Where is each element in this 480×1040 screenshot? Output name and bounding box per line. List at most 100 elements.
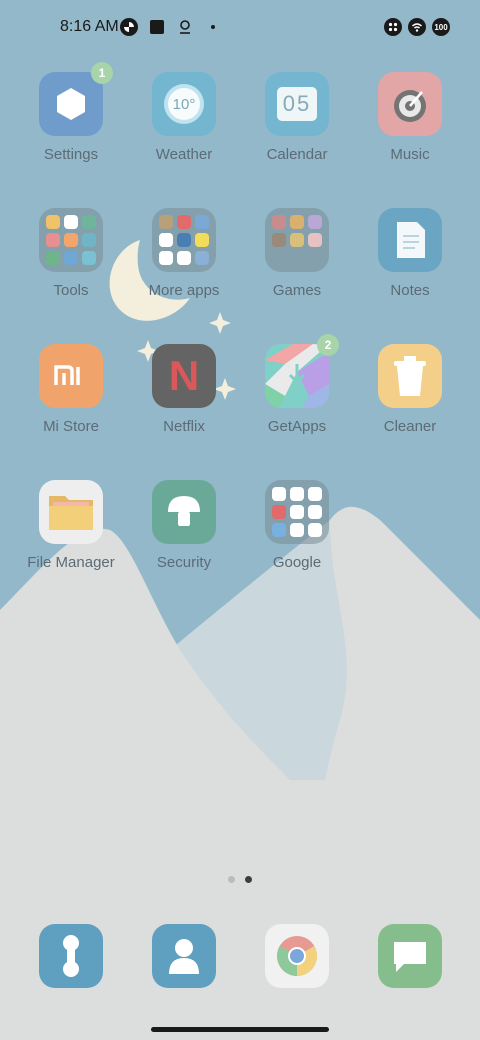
battery-level: 100 (434, 22, 448, 32)
netflix-label: Netflix (163, 418, 205, 435)
mini-app-icon (195, 251, 209, 265)
notes-mini-icon (46, 215, 60, 229)
app-settings[interactable]: 1 Settings (16, 62, 126, 163)
status-bar: 8:16 AM 100 (0, 0, 480, 56)
mini-app-icon (159, 215, 173, 229)
compass-mini-icon (64, 251, 78, 265)
settings-icon: 1 (39, 62, 113, 136)
music-label: Music (390, 146, 430, 163)
mail-mini-icon (64, 233, 78, 247)
messages-icon (394, 942, 426, 972)
gmail-mini-icon (290, 487, 304, 501)
calendar-label: Calendar (266, 146, 328, 163)
netflix-logo: N (168, 352, 200, 399)
weather-icon: 10° (152, 72, 216, 136)
more-apps-label: More apps (148, 282, 220, 299)
security-icon (152, 480, 216, 544)
app-netflix[interactable]: N Netflix (129, 344, 239, 435)
app-cleaner[interactable]: Cleaner (355, 344, 465, 435)
game-mini-icon (272, 233, 286, 247)
game-mini-icon (308, 215, 322, 229)
mini-app-icon (159, 251, 173, 265)
google-label: Google (272, 554, 322, 571)
app-notes[interactable]: Notes (355, 208, 465, 299)
mini-app-icon (195, 233, 209, 247)
file-manager-label: File Manager (27, 554, 115, 571)
square-icon (148, 18, 166, 36)
settings-badge: 1 (91, 62, 113, 84)
scanner-mini-icon (82, 233, 96, 247)
mini-app-icon (195, 215, 209, 229)
google-mini-icon (272, 487, 286, 501)
game-mini-icon (290, 233, 304, 247)
weather-temp: 10° (172, 95, 196, 113)
app-file-manager[interactable]: File Manager (16, 480, 126, 571)
game-mini-icon (290, 215, 304, 229)
app-security[interactable]: Security (129, 480, 239, 571)
getapps-badge: 2 (317, 334, 339, 356)
app-weather[interactable]: 10° Weather (129, 72, 239, 163)
duo-mini-icon (272, 523, 286, 537)
phone-icon (63, 935, 79, 977)
tools-label: Tools (53, 282, 89, 299)
app-more-apps[interactable]: More apps (129, 208, 239, 299)
app-music[interactable]: Music (355, 72, 465, 163)
dock-phone[interactable] (39, 924, 103, 988)
app-tools[interactable]: Tools (16, 208, 126, 299)
page-dot-1[interactable] (228, 876, 235, 883)
app-games[interactable]: Games (242, 208, 352, 299)
dot-icon (204, 18, 222, 36)
status-time: 8:16 AM (60, 18, 119, 35)
game-mini-icon (308, 233, 322, 247)
dock-messages[interactable] (378, 924, 442, 988)
link-mini-icon (82, 251, 96, 265)
dock-chrome[interactable] (265, 924, 329, 988)
notes-icon (378, 208, 442, 272)
record-mini-icon (46, 233, 60, 247)
cleaner-label: Cleaner (383, 418, 437, 435)
youtube-mini-icon (272, 505, 286, 519)
location-icon (176, 18, 194, 36)
photos-mini-icon (290, 523, 304, 537)
contacts-icon (169, 939, 199, 974)
page-dot-2[interactable] (245, 876, 252, 883)
app-mi-store[interactable]: Mi Store (16, 344, 126, 435)
music-icon (378, 72, 442, 136)
google-folder-icon (265, 480, 329, 544)
chrome-icon (277, 936, 317, 976)
linkedin-mini-icon (177, 233, 191, 247)
weather-label: Weather (155, 146, 213, 163)
mic-mini-icon (82, 215, 96, 229)
app-google[interactable]: Google (242, 480, 352, 571)
drive-mini-icon (290, 505, 304, 519)
gesture-bar[interactable] (151, 1027, 329, 1032)
maps-mini-icon (308, 487, 322, 501)
dock-contacts[interactable] (152, 924, 216, 988)
calendar-date: 05 (282, 91, 312, 116)
settings-label: Settings (43, 146, 99, 163)
download-mini-icon (46, 251, 60, 265)
status-icons-right: 100 (384, 18, 450, 36)
cleaner-icon (378, 344, 442, 408)
games-label: Games (272, 282, 322, 299)
battery-icon: 100 (432, 18, 450, 36)
pinwheel-icon (120, 18, 138, 36)
security-label: Security (156, 554, 212, 571)
tools-folder-icon (39, 208, 103, 272)
games-folder-icon (265, 208, 329, 272)
game-mini-icon (272, 215, 286, 229)
mi-store-label: Mi Store (43, 418, 99, 435)
notes-label: Notes (390, 282, 430, 299)
page-indicator (0, 876, 480, 883)
mini-app-icon (159, 233, 173, 247)
status-icons-left (120, 18, 222, 36)
wifi-icon (408, 18, 426, 36)
app-getapps[interactable]: 2 GetApps (242, 334, 352, 435)
mini-app-icon (177, 215, 191, 229)
cart-mini-icon (177, 251, 191, 265)
netflix-icon: N (152, 344, 216, 408)
app-calendar[interactable]: 05 Calendar (242, 72, 352, 163)
more-apps-folder-icon (152, 208, 216, 272)
getapps-label: GetApps (267, 418, 327, 435)
clock-mini-icon (64, 215, 78, 229)
